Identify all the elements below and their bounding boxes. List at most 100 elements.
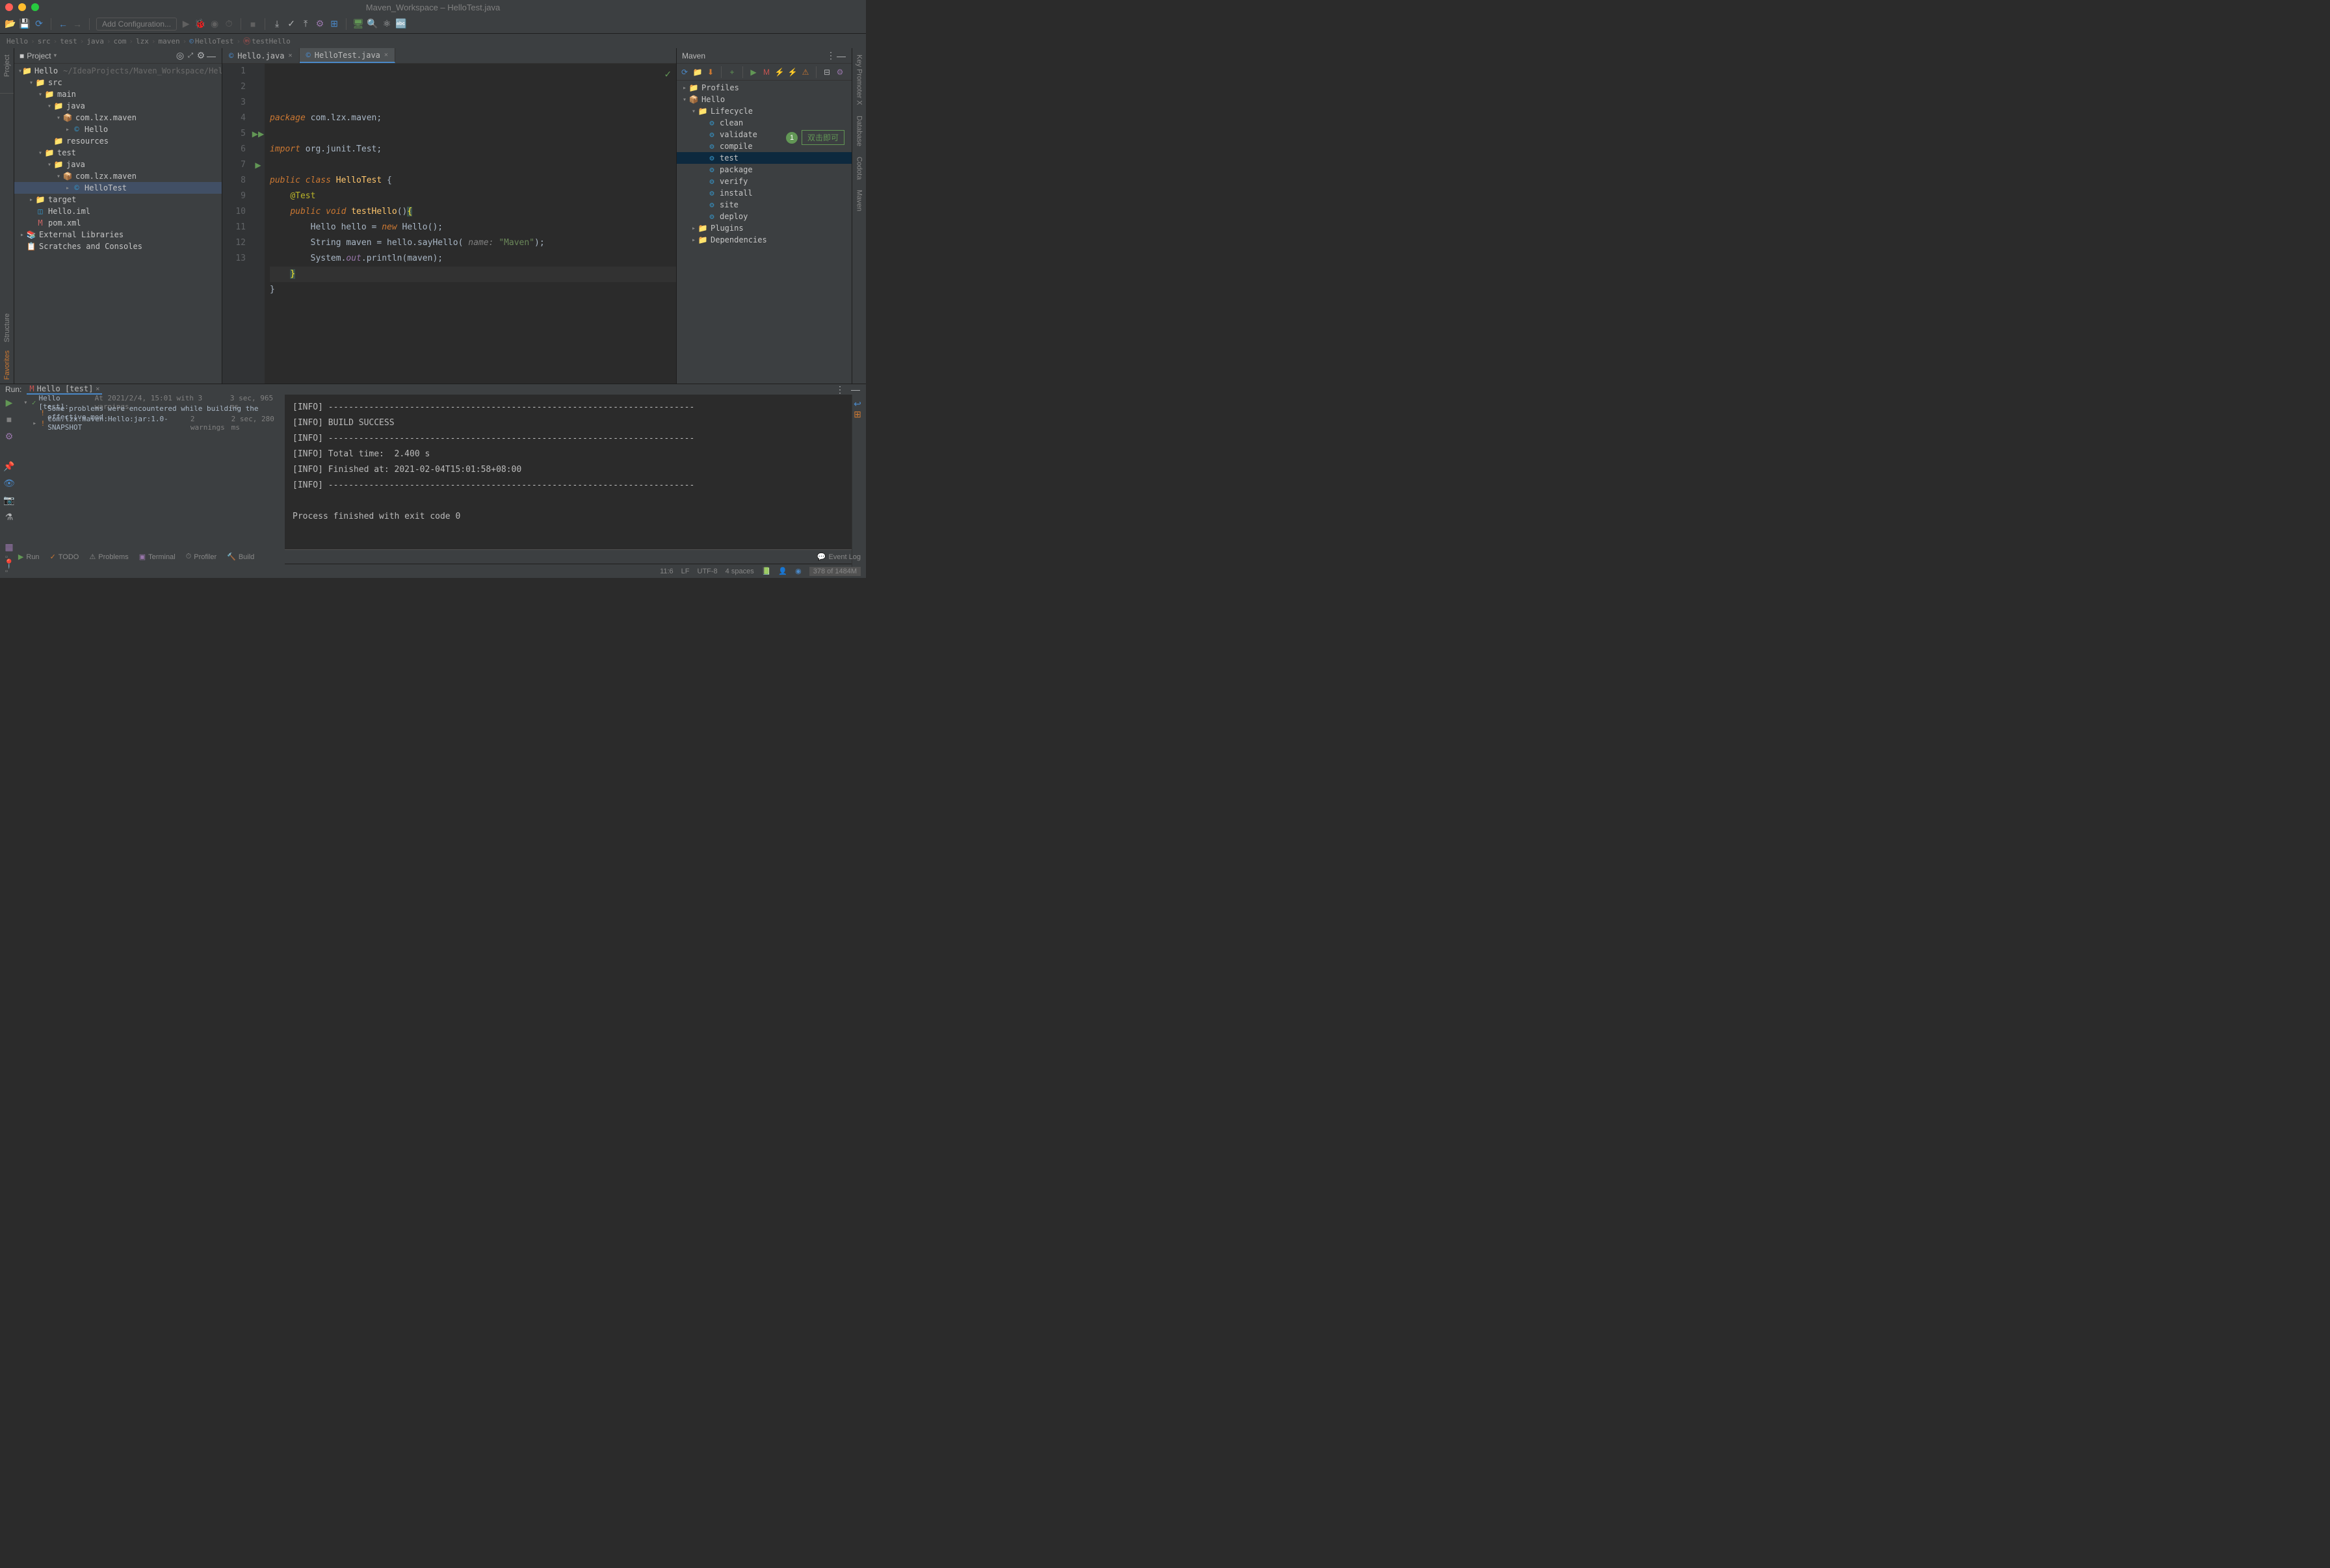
maximize-window-icon[interactable] (31, 3, 39, 11)
tree-row[interactable]: ▾📁main (14, 88, 222, 100)
close-icon[interactable]: ✕ (288, 52, 292, 59)
tree-row[interactable]: 📋Scratches and Consoles (14, 241, 222, 252)
tree-row[interactable]: ▸©Hello (14, 124, 222, 135)
tree-row[interactable]: ▾📁java (14, 159, 222, 170)
tw-run[interactable]: ▶Run (18, 553, 40, 561)
run-tab[interactable]: MHello [test] ✕ (27, 384, 102, 395)
collapse-all-icon[interactable]: ⊟ (822, 67, 832, 77)
tree-row[interactable]: ◫Hello.iml (14, 205, 222, 217)
close-icon[interactable]: ✕ (384, 51, 388, 59)
run-tree[interactable]: ▾✓Hello [test]:At 2021/2/4, 15:01 with 3… (18, 395, 285, 569)
tree-row[interactable]: ▾📁test (14, 147, 222, 159)
camera-icon[interactable]: 📷 (4, 495, 14, 505)
tree-row[interactable]: 📁resources (14, 135, 222, 147)
maven-tree-row[interactable]: ⚙site (677, 199, 852, 211)
translate-icon[interactable]: 🔤 (396, 19, 406, 29)
run-console[interactable]: [INFO] ---------------------------------… (285, 395, 852, 569)
soft-wrap-icon[interactable]: ↩ (852, 399, 863, 409)
crumb-7[interactable]: ©HelloTest (188, 37, 235, 46)
crumb-5[interactable]: lzx (135, 37, 150, 46)
tree-row[interactable]: ▾📁java (14, 100, 222, 112)
git-pull-icon[interactable]: ⤓ (272, 19, 282, 29)
mystery-icon[interactable]: 📗 (762, 567, 771, 575)
tree-row[interactable]: ▾📁src (14, 77, 222, 88)
maven-tree-row[interactable]: ▸📁Profiles (677, 82, 852, 94)
toggle-skip-tests-icon[interactable]: ⚡ (787, 67, 798, 77)
stop-icon[interactable]: ■ (4, 414, 14, 425)
hide-panel-icon[interactable]: — (850, 384, 861, 395)
coverage-icon[interactable]: ◉ (209, 19, 220, 29)
pin-icon[interactable]: 📌 (4, 461, 14, 471)
filter-icon[interactable]: ⚗ (4, 512, 14, 522)
back-icon[interactable]: ← (58, 19, 68, 29)
tree-row[interactable]: ▸📁target (14, 194, 222, 205)
tw-profiler[interactable]: ⏱Profiler (186, 553, 216, 561)
tw-problems[interactable]: ⚠Problems (89, 553, 128, 561)
download-sources-icon[interactable]: ⬇ (705, 67, 716, 77)
line-ending[interactable]: LF (681, 568, 690, 575)
project-tree[interactable]: ▾📁Hello~/IdeaProjects/Maven_Workspace/He… (14, 64, 222, 384)
codota-tab[interactable]: Codota (856, 153, 863, 183)
crumb-0[interactable]: Hello (5, 37, 29, 46)
settings-icon[interactable]: ⚙ (4, 431, 14, 441)
forward-icon[interactable]: → (72, 19, 83, 29)
git-push-icon[interactable]: ⤒ (300, 19, 311, 29)
maven-tree-row[interactable]: ▾📦Hello (677, 94, 852, 105)
project-tab[interactable]: Project (3, 51, 11, 81)
favorites-tab[interactable]: Favorites (3, 346, 11, 384)
code-area[interactable]: ✓ package com.lzx.maven; import org.juni… (265, 64, 676, 384)
encoding[interactable]: UTF-8 (698, 568, 718, 575)
key-promoter-tab[interactable]: Key Promoter X (856, 51, 863, 109)
crumb-6[interactable]: maven (157, 37, 181, 46)
tw-event-log[interactable]: 💬Event Log (817, 553, 861, 561)
maven-tree-row[interactable]: ▸📁Dependencies (677, 234, 852, 246)
cursor-position[interactable]: 11:6 (660, 568, 674, 575)
maven-tree-row[interactable]: ▾📁Lifecycle (677, 105, 852, 117)
execute-goal-icon[interactable]: M (761, 67, 772, 77)
sync-icon[interactable]: ⟳ (34, 19, 44, 29)
crumb-1[interactable]: src (36, 37, 52, 46)
locate-icon[interactable]: ◎ (175, 51, 185, 61)
tool-windows-icon[interactable]: ▫ (5, 568, 8, 575)
minimize-window-icon[interactable] (18, 3, 26, 11)
git-commit-icon[interactable]: ✓ (286, 19, 296, 29)
editor-body[interactable]: 12345678910111213 ▶▶▶ ✓ package com.lzx.… (222, 64, 676, 384)
generate-sources-icon[interactable]: 📁 (692, 67, 703, 77)
more-icon[interactable]: ⋮ (826, 51, 836, 61)
maven-tree-row[interactable]: ⚙test (677, 152, 852, 164)
account-icon[interactable]: 👤 (778, 567, 787, 575)
add-project-icon[interactable]: + (727, 67, 737, 77)
open-icon[interactable]: 📂 (5, 19, 16, 29)
settings-icon[interactable]: ⚙ (315, 19, 325, 29)
tw-todo[interactable]: ✓TODO (50, 553, 79, 561)
scroll-to-end-icon[interactable]: ⊞ (852, 409, 863, 419)
tw-terminal[interactable]: ▣Terminal (139, 553, 176, 561)
maven-tab[interactable]: Maven (856, 186, 863, 215)
show-dependencies-icon[interactable]: ⚠ (800, 67, 811, 77)
close-window-icon[interactable] (5, 3, 13, 11)
maven-tree[interactable]: ▸📁Profiles▾📦Hello▾📁Lifecycle⚙clean⚙valid… (677, 81, 852, 384)
collapse-panel-icon[interactable]: ⚙ (196, 51, 206, 61)
tree-row[interactable]: ▾📦com.lzx.maven (14, 112, 222, 124)
run-maven-icon[interactable]: ▶ (748, 67, 759, 77)
code-with-me-icon[interactable]: 🖥 (353, 19, 363, 29)
tree-row[interactable]: ▾📦com.lzx.maven (14, 170, 222, 182)
search-icon[interactable]: 🔍 (367, 19, 378, 29)
tree-row[interactable]: ▾📁Hello~/IdeaProjects/Maven_Workspace/He… (14, 65, 222, 77)
hide-panel-icon[interactable]: — (206, 51, 216, 61)
maven-tree-row[interactable]: ⚙install (677, 187, 852, 199)
save-all-icon[interactable]: 💾 (20, 19, 30, 29)
expand-all-icon[interactable]: ⤢ (185, 51, 196, 61)
maven-tree-row[interactable]: ⚙verify (677, 176, 852, 187)
run-icon[interactable]: ▶ (181, 19, 191, 29)
structure-tab[interactable]: Structure (3, 309, 11, 346)
tw-build[interactable]: 🔨Build (227, 553, 254, 561)
run-tree-row[interactable]: ▸!com.lzx.maven:Hello:jar:1.0-SNAPSHOT2 … (18, 418, 285, 428)
editor-tab-hello[interactable]: ©Hello.java✕ (222, 48, 300, 63)
run-config-combo[interactable]: Add Configuration... (96, 18, 177, 31)
memory-indicator[interactable]: 378 of 1484M (809, 567, 861, 576)
tree-row[interactable]: ▸©HelloTest (14, 182, 222, 194)
tree-row[interactable]: ▸📚External Libraries (14, 229, 222, 241)
editor-tab-hellotest[interactable]: ©HelloTest.java✕ (300, 48, 395, 63)
hide-panel-icon[interactable]: — (836, 51, 846, 61)
